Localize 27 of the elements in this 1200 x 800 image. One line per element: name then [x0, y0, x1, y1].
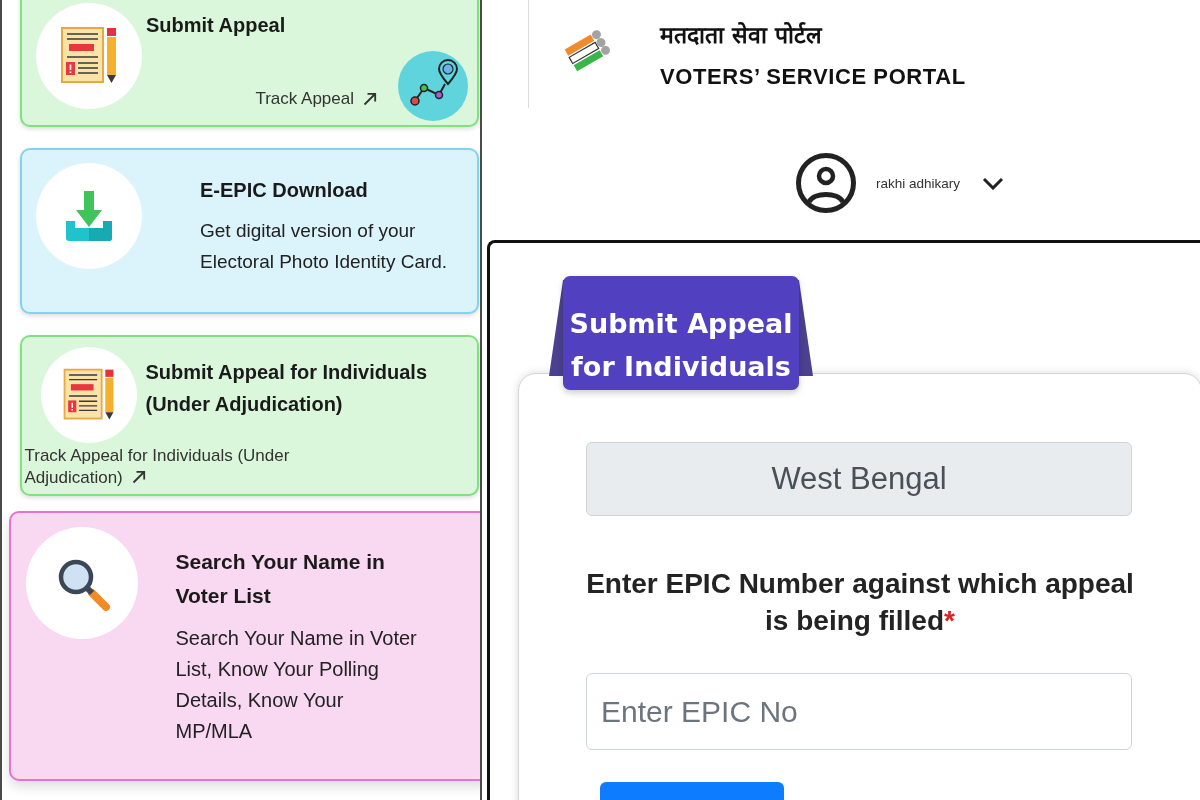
user-avatar-icon[interactable] [796, 153, 856, 213]
download-icon [36, 162, 142, 269]
card-title: Submit Appeal [146, 13, 287, 37]
track-appeal-link[interactable]: Track Appeal [255, 89, 377, 109]
card-description: Get digital version of your Electoral Photo Identity Card. [200, 219, 449, 274]
card-title: Submit Appeal for Individuals (Under Adjudication) [145, 359, 428, 417]
arrow-up-right-icon [363, 92, 377, 106]
document-pencil-icon [40, 347, 137, 443]
service-card[interactable]: Search Your Name in Voter List Search Your Name in Voter List, Know Your Polling Details, Know Your MP/MLA [9, 511, 480, 781]
service-card[interactable]: E-EPIC Download Get digital version of your Electoral Photo Identity Card. [20, 148, 479, 314]
service-card[interactable]: Submit Appeal for Individuals (Under Adjudication) Track Appeal for Individuals (Under Adjudication) [20, 335, 479, 496]
card-title: E-EPIC Download [200, 177, 369, 203]
document-pencil-icon [36, 3, 142, 109]
magnifier-icon [25, 526, 138, 639]
portal-title: VOTERS’ SERVICE PORTAL [660, 63, 966, 91]
epic-input-field[interactable]: Enter EPIC No [586, 673, 1132, 750]
track-appeal-link[interactable]: Track Appeal for Individuals (Under Adjudication) [24, 445, 315, 489]
route-icon[interactable] [398, 51, 468, 121]
epic-label: Enter EPIC Number against which appeal is being filled* [585, 567, 1135, 638]
portal-title-hindi: मतदाता सेवा पोर्टल [660, 21, 822, 50]
card-description: Search Your Name in Voter List, Know Your Polling Details, Know Your MP/MLA [175, 625, 418, 745]
arrow-up-right-icon [131, 470, 146, 484]
user-name: rakhi adhikary [876, 175, 961, 191]
chevron-down-icon[interactable] [982, 176, 1005, 190]
service-card[interactable]: Submit Appeal Track Appeal [20, 0, 479, 127]
card-title: Search Your Name in Voter List [175, 548, 386, 609]
title-ribbon: Submit Appeal for Individuals [549, 276, 813, 390]
